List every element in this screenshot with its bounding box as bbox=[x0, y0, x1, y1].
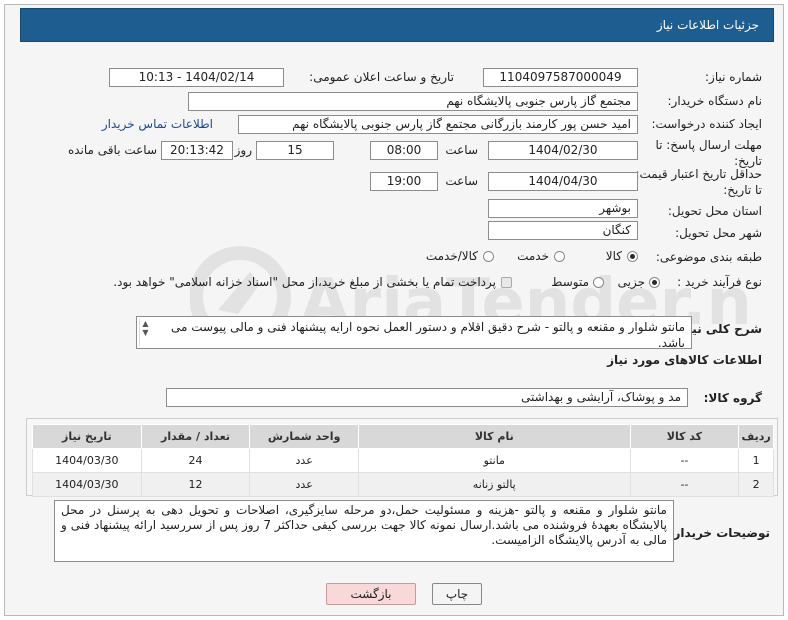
col-name-header: نام کالا bbox=[357, 424, 631, 449]
announce-field: 1404/02/14 - 10:13 bbox=[109, 68, 284, 87]
items-table: ردیف کد کالا نام کالا واحد شمارش تعداد /… bbox=[32, 424, 774, 497]
table-row: 1 -- مانتو عدد 24 1404/03/30 bbox=[32, 448, 774, 473]
goods-info-title: اطلاعات کالاهای مورد نیاز bbox=[607, 353, 762, 367]
city-label: شهر محل تحویل: bbox=[675, 226, 762, 240]
need-number-field: 1104097587000049 bbox=[483, 68, 638, 87]
category-option-both: کالا/خدمت bbox=[425, 249, 478, 263]
cell-date: 1404/03/30 bbox=[32, 448, 142, 473]
buyer-notes-label: توضیحات خریدار: bbox=[668, 526, 770, 540]
category-option-service: خدمت bbox=[517, 249, 549, 263]
remaining-label: ساعت باقی مانده bbox=[67, 143, 157, 157]
col-qty-header: تعداد / مقدار bbox=[140, 424, 251, 449]
deadline-time-label: ساعت bbox=[445, 143, 478, 157]
province-field: بوشهر bbox=[488, 199, 638, 218]
cell-unit: عدد bbox=[249, 472, 359, 497]
cell-unit: عدد bbox=[249, 448, 359, 473]
page-title: جزئیات اطلاعات نیاز bbox=[20, 8, 774, 42]
remaining-time-field: 20:13:42 bbox=[161, 141, 233, 160]
cell-name: پالتو زنانه bbox=[357, 472, 631, 497]
payment-checkbox[interactable] bbox=[501, 277, 512, 288]
goods-group-field: مد و پوشاک، آرایشی و بهداشتی bbox=[166, 388, 688, 407]
category-option-goods: کالا bbox=[605, 249, 622, 263]
cell-code: -- bbox=[629, 472, 740, 497]
category-label: طبقه بندی موضوعی: bbox=[655, 250, 762, 264]
need-number-label: شماره نیاز: bbox=[705, 70, 762, 84]
days-field: 15 bbox=[256, 141, 334, 160]
process-option-medium: متوسط bbox=[551, 275, 589, 289]
buyer-org-label: نام دستگاه خریدار: bbox=[667, 94, 763, 108]
col-code-header: کد کالا bbox=[629, 424, 740, 449]
buyer-notes-text: مانتو شلوار و مقنعه و پالتو -هزینه و مسئ… bbox=[61, 503, 667, 547]
process-option-minor: جزیی bbox=[617, 275, 645, 289]
scroll-down-icon[interactable]: ▼ bbox=[140, 328, 151, 337]
col-date-header: تاریخ نیاز bbox=[32, 424, 142, 449]
city-field: کنگان bbox=[488, 221, 638, 240]
requester-field: امید حسن پور کارمند بازرگانی مجتمع گاز پ… bbox=[238, 115, 638, 134]
cell-date: 1404/03/30 bbox=[32, 472, 142, 497]
requester-label: ایجاد کننده درخواست: bbox=[651, 117, 762, 131]
summary-textarea[interactable]: مانتو شلوار و مقنعه و پالتو - شرح دقیق ا… bbox=[136, 316, 692, 349]
back-button[interactable]: بازگشت bbox=[326, 583, 416, 605]
col-row-header: ردیف bbox=[738, 424, 774, 449]
print-button[interactable]: چاپ bbox=[432, 583, 482, 605]
buyer-notes-box: مانتو شلوار و مقنعه و پالتو -هزینه و مسئ… bbox=[54, 500, 674, 562]
category-radio-goods[interactable] bbox=[627, 251, 638, 262]
buyer-contact-link[interactable]: اطلاعات تماس خریدار bbox=[102, 117, 213, 131]
cell-row: 2 bbox=[738, 472, 774, 497]
cell-name: مانتو bbox=[357, 448, 631, 473]
table-row: 2 -- پالتو زنانه عدد 12 1404/03/30 bbox=[32, 472, 774, 497]
deadline-date-field: 1404/02/30 bbox=[488, 141, 638, 160]
goods-group-label: گروه کالا: bbox=[703, 391, 762, 405]
validity-date-field: 1404/04/30 bbox=[488, 172, 638, 191]
process-radio-minor[interactable] bbox=[649, 277, 660, 288]
col-unit-header: واحد شمارش bbox=[249, 424, 359, 449]
cell-qty: 24 bbox=[140, 448, 251, 473]
deadline-label: مهلت ارسال پاسخ: تا تاریخ: bbox=[655, 138, 762, 168]
cell-qty: 12 bbox=[140, 472, 251, 497]
summary-scrollbar[interactable]: ▲ ▼ bbox=[139, 319, 151, 346]
cell-row: 1 bbox=[738, 448, 774, 473]
validity-time-label: ساعت bbox=[445, 174, 478, 188]
payment-note: پرداخت تمام یا بخشی از مبلغ خرید،از محل … bbox=[113, 275, 496, 289]
deadline-time-field: 08:00 bbox=[370, 141, 438, 160]
process-label: نوع فرآیند خرید : bbox=[677, 275, 762, 289]
buyer-org-field: مجتمع گاز پارس جنوبی پالایشگاه نهم bbox=[188, 92, 638, 111]
table-header-row: ردیف کد کالا نام کالا واحد شمارش تعداد /… bbox=[32, 424, 774, 449]
category-radio-both[interactable] bbox=[483, 251, 494, 262]
validity-label: حداقل تاریخ اعتبار قیمت: تا تاریخ: bbox=[635, 167, 762, 197]
summary-text: مانتو شلوار و مقنعه و پالتو - شرح دقیق ا… bbox=[171, 320, 685, 349]
scroll-up-icon[interactable]: ▲ bbox=[140, 319, 151, 328]
process-radio-medium[interactable] bbox=[593, 277, 604, 288]
announce-label: تاریخ و ساعت اعلان عمومی: bbox=[309, 70, 454, 84]
category-radio-service[interactable] bbox=[554, 251, 565, 262]
cell-code: -- bbox=[629, 448, 740, 473]
validity-time-field: 19:00 bbox=[370, 172, 438, 191]
province-label: استان محل تحویل: bbox=[667, 204, 762, 218]
